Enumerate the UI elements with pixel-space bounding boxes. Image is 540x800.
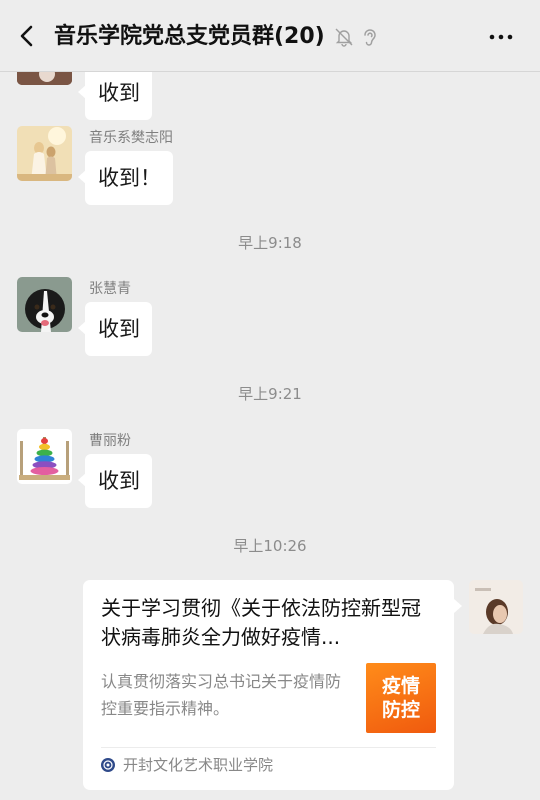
message-bubble[interactable]: 收到 — [78, 454, 152, 508]
thumbnail-text-line-1: 疫情 — [381, 675, 420, 697]
article-description: 认真贯彻落实习总书记关于疫情防控重要指示精神。 — [101, 672, 342, 718]
card-divider — [101, 747, 436, 748]
timestamp: 早上9:18 — [238, 234, 302, 252]
chat-header: 音乐学院党总支党员群(20) — [0, 0, 540, 72]
article-source: 开封文化艺术职业学院 — [123, 756, 274, 774]
avatar[interactable] — [17, 72, 72, 85]
my-avatar[interactable] — [469, 580, 523, 634]
chat-message-list[interactable]: 收到 音乐系樊志阳 收到！ 早上9:18 张慧青 收到 早上9:21 曹丽粉 收… — [0, 72, 540, 800]
message-text: 收到 — [98, 469, 140, 493]
message-text: 收到 — [98, 317, 140, 341]
message-bubble[interactable]: 收到 — [78, 302, 152, 356]
sender-name: 张慧青 — [89, 281, 131, 297]
message-text: 收到 — [98, 81, 140, 105]
back-arrow-icon[interactable] — [14, 22, 42, 50]
shared-article-card[interactable]: 关于学习贯彻《关于依法防控新型冠状病毒肺炎全力做好疫情... 认真贯彻落实习总书… — [83, 580, 462, 790]
sender-name: 音乐系樊志阳 — [89, 130, 173, 146]
ear-icon — [364, 29, 376, 46]
message-text: 收到！ — [98, 166, 161, 190]
message-bubble[interactable]: 收到 — [78, 72, 152, 120]
thumbnail-text-line-2: 防控 — [381, 699, 420, 721]
more-icon[interactable] — [486, 24, 516, 50]
article-title: 关于学习贯彻《关于依法防控新型冠状病毒肺炎全力做好疫情... — [101, 596, 421, 649]
avatar[interactable] — [17, 277, 72, 332]
message-bubble[interactable]: 收到！ — [78, 151, 173, 205]
timestamp: 早上10:26 — [233, 537, 307, 555]
chat-title: 音乐学院党总支党员群(20) — [54, 24, 325, 49]
source-logo-icon — [101, 758, 115, 772]
timestamp: 早上9:21 — [238, 385, 302, 403]
sender-name: 曹丽粉 — [89, 433, 131, 449]
muted-bell-icon — [335, 28, 353, 47]
avatar[interactable] — [17, 126, 72, 181]
article-thumbnail: 疫情 防控 — [366, 663, 436, 733]
avatar[interactable] — [17, 429, 72, 484]
